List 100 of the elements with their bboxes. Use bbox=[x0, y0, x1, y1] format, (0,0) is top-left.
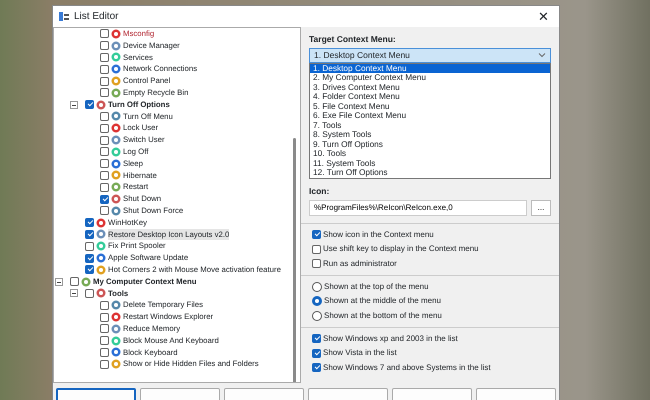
checkbox[interactable] bbox=[100, 206, 109, 216]
checkbox[interactable] bbox=[85, 230, 94, 239]
scrollbar-thumb[interactable] bbox=[293, 138, 296, 382]
item-icon bbox=[111, 158, 121, 169]
dropdown-option[interactable]: 9. Turn Off Options bbox=[310, 140, 550, 150]
item-icon bbox=[111, 359, 121, 370]
caret-icon bbox=[538, 52, 546, 58]
item-icon bbox=[111, 146, 121, 157]
checkbox[interactable] bbox=[312, 334, 321, 343]
expander-icon[interactable] bbox=[55, 278, 63, 286]
radio-label[interactable]: Shown at the top of the menu bbox=[324, 280, 429, 292]
item-icon bbox=[111, 88, 121, 98]
dropdown-option[interactable]: 2. My Computer Context Menu bbox=[310, 73, 550, 83]
dropdown-option[interactable]: 3. Drives Context Menu bbox=[310, 82, 550, 92]
item-icon bbox=[111, 336, 121, 346]
checkbox-label[interactable]: Show Windows xp and 2003 in the list bbox=[323, 332, 458, 344]
checkbox[interactable] bbox=[100, 76, 109, 86]
window-title: List Editor bbox=[74, 10, 118, 24]
checkbox[interactable] bbox=[85, 218, 94, 228]
item-icon bbox=[111, 194, 121, 204]
item-icon bbox=[111, 135, 121, 146]
checkbox[interactable] bbox=[100, 124, 109, 133]
checkbox[interactable] bbox=[100, 336, 109, 346]
item-icon bbox=[111, 170, 121, 180]
dropdown-option[interactable]: 4. Folder Context Menu bbox=[310, 92, 550, 102]
expander-icon[interactable] bbox=[70, 100, 78, 109]
dropdown-option[interactable]: 10. Tools bbox=[310, 149, 550, 159]
app-icon bbox=[59, 12, 69, 21]
checkbox-label[interactable]: Show Windows 7 and above Systems in the list bbox=[323, 362, 491, 374]
context-menu-dropdown[interactable]: 1. Desktop Context Menu bbox=[309, 48, 551, 63]
dropdown-option[interactable]: 1. Desktop Context Menu bbox=[310, 64, 550, 74]
dropdown-option[interactable]: 5. File Context Menu bbox=[310, 102, 550, 112]
item-icon bbox=[96, 264, 106, 275]
dropdown-option[interactable]: 12. Turn Off Options bbox=[310, 168, 550, 178]
item-icon bbox=[111, 300, 121, 310]
radio-label[interactable]: Shown at the middle of the menu bbox=[324, 295, 441, 307]
checkbox[interactable] bbox=[312, 259, 321, 268]
radio-button[interactable] bbox=[312, 296, 322, 306]
field-label: Icon: bbox=[309, 184, 330, 198]
checkbox[interactable] bbox=[100, 194, 109, 204]
checkbox-label[interactable]: Run as administrator bbox=[323, 258, 397, 270]
checkbox[interactable] bbox=[100, 324, 109, 334]
checkbox[interactable] bbox=[100, 136, 109, 145]
item-icon bbox=[111, 182, 121, 192]
checkbox[interactable] bbox=[70, 277, 79, 286]
browse-button[interactable]: ... bbox=[531, 200, 551, 216]
item-icon bbox=[111, 312, 121, 322]
item-icon bbox=[111, 64, 121, 74]
checkbox[interactable] bbox=[100, 159, 109, 168]
checkbox[interactable] bbox=[100, 348, 109, 357]
checkbox[interactable] bbox=[85, 242, 94, 251]
item-icon bbox=[96, 253, 106, 264]
dropdown-option[interactable]: 7. Tools bbox=[310, 120, 550, 130]
checkbox[interactable] bbox=[85, 100, 94, 110]
checkbox[interactable] bbox=[100, 147, 109, 156]
checkbox[interactable] bbox=[100, 182, 109, 192]
dropdown-option[interactable]: 11. System Tools bbox=[310, 158, 550, 168]
checkbox-label[interactable]: Show icon in the Context menu bbox=[323, 228, 434, 240]
item-icon bbox=[111, 76, 121, 86]
radio-button[interactable] bbox=[312, 282, 322, 292]
checkbox[interactable] bbox=[100, 170, 109, 180]
checkbox[interactable] bbox=[100, 312, 109, 322]
checkbox-label[interactable]: Use shift key to display in the Context menu bbox=[323, 243, 479, 255]
checkbox[interactable] bbox=[100, 112, 109, 121]
item-icon bbox=[96, 241, 106, 252]
dropdown-option[interactable]: 6. Exe File Context Menu bbox=[310, 111, 550, 121]
item-icon bbox=[81, 276, 91, 287]
checkbox[interactable] bbox=[85, 265, 94, 274]
checkbox[interactable] bbox=[100, 29, 109, 38]
item-icon bbox=[111, 324, 121, 334]
item-icon bbox=[96, 229, 106, 240]
expander-icon[interactable] bbox=[70, 289, 78, 298]
item-icon bbox=[96, 218, 106, 228]
item-icon bbox=[111, 52, 121, 62]
icon-path-field[interactable]: %ProgramFiles%\ReIcon\ReIcon.exe,0 bbox=[309, 200, 527, 216]
item-icon bbox=[111, 40, 121, 51]
checkbox[interactable] bbox=[312, 363, 321, 372]
radio-button[interactable] bbox=[312, 310, 322, 320]
checkbox[interactable] bbox=[100, 300, 109, 310]
radio-label[interactable]: Shown at the bottom of the menu bbox=[324, 310, 442, 322]
item-icon bbox=[96, 100, 106, 110]
close-button[interactable]: ✕ bbox=[534, 10, 553, 23]
checkbox[interactable] bbox=[85, 288, 94, 298]
item-icon bbox=[96, 288, 106, 298]
checkbox[interactable] bbox=[100, 88, 109, 98]
item-icon bbox=[111, 111, 121, 122]
dropdown-option[interactable]: 8. System Tools bbox=[310, 130, 550, 140]
checkbox[interactable] bbox=[312, 230, 321, 239]
checkbox[interactable] bbox=[100, 360, 109, 369]
checkbox[interactable] bbox=[312, 348, 321, 358]
checkbox[interactable] bbox=[85, 254, 94, 263]
checkbox[interactable] bbox=[100, 64, 109, 74]
checkbox[interactable] bbox=[100, 41, 109, 50]
item-icon bbox=[111, 206, 121, 216]
field-label: Target Context Menu: bbox=[309, 33, 397, 46]
item-icon bbox=[111, 347, 121, 358]
checkbox[interactable] bbox=[100, 52, 109, 62]
checkbox[interactable] bbox=[312, 244, 321, 254]
item-icon bbox=[111, 123, 121, 134]
checkbox-label[interactable]: Show Vista in the list bbox=[323, 347, 397, 359]
